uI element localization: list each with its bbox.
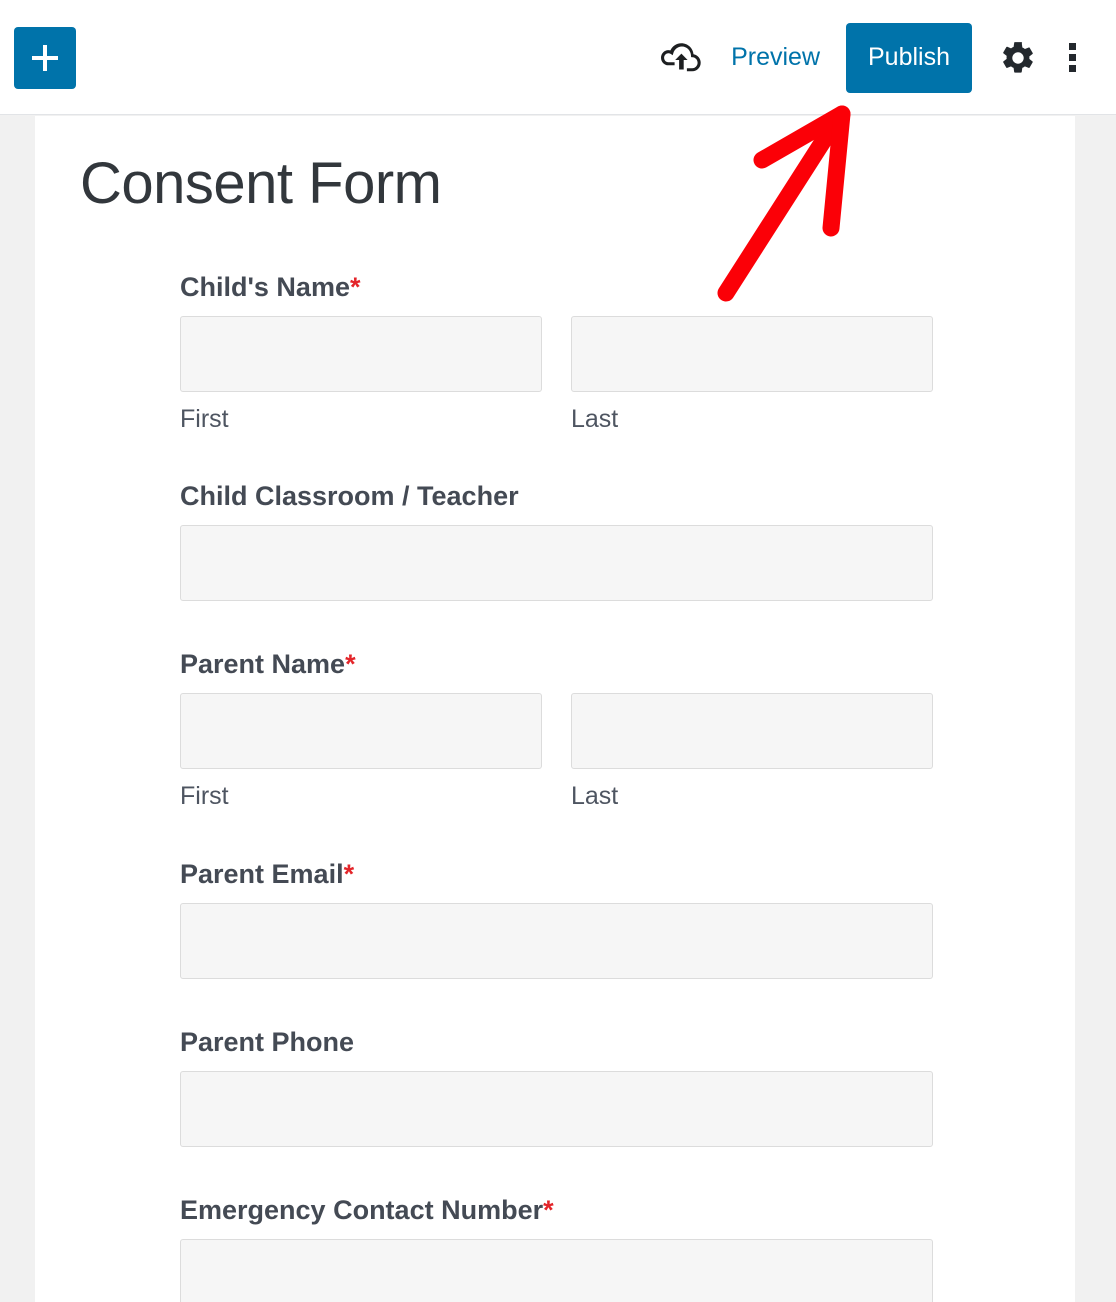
sub-label-last: Last [571, 782, 619, 811]
field-label-text: Child Classroom / Teacher [180, 481, 519, 512]
save-draft-button[interactable] [659, 35, 705, 81]
field-label-text: Parent Phone [180, 1026, 355, 1057]
editor-toolbar: Preview Publish [0, 0, 1116, 115]
field-label: Child Classroom / Teacher [180, 481, 1075, 512]
field-label-text: Parent Email [180, 858, 344, 889]
emergency-contact-number-input[interactable] [180, 1239, 933, 1302]
sub-label-last: Last [571, 404, 619, 433]
name-last-column: Last [571, 693, 933, 811]
required-marker: * [349, 271, 361, 302]
field-label-text: Parent Name [180, 649, 346, 680]
field-parent-name: Parent Name* First Last [180, 649, 1075, 811]
field-emergency-contact-number: Emergency Contact Number* [180, 1195, 1075, 1302]
field-label-text: Child's Name [180, 271, 350, 302]
gear-icon [1003, 41, 1033, 73]
childs-name-last-input[interactable] [571, 315, 933, 392]
field-label: Emergency Contact Number* [180, 1195, 1075, 1226]
field-label: Parent Name* [180, 649, 1075, 680]
more-options-button[interactable] [1050, 30, 1094, 86]
required-marker: * [543, 1195, 554, 1226]
parent-name-last-input[interactable] [571, 693, 933, 770]
childs-name-first-input[interactable] [180, 315, 542, 392]
name-last-column: Last [571, 315, 933, 434]
field-label: Parent Email* [180, 859, 1075, 890]
field-label: Child's Name* [180, 272, 1075, 303]
add-block-button[interactable] [14, 27, 76, 89]
parent-phone-input[interactable] [180, 1071, 933, 1148]
parent-email-input[interactable] [180, 902, 933, 979]
name-input-row: First Last [180, 315, 933, 434]
cloud-upload-icon [661, 42, 701, 71]
preview-button[interactable]: Preview [717, 45, 834, 70]
required-marker: * [345, 649, 356, 680]
page-title: Consent Form [80, 151, 442, 216]
field-parent-phone: Parent Phone [180, 1027, 1075, 1148]
publish-button[interactable]: Publish [846, 22, 972, 93]
field-label: Parent Phone [180, 1027, 1075, 1058]
name-input-row: First Last [180, 693, 933, 811]
plus-icon-vertical-bar [43, 45, 47, 71]
field-parent-email: Parent Email* [180, 859, 1075, 979]
form-field-list: Child's Name* First Last Child Classroom… [35, 216, 1075, 1302]
sub-label-first: First [180, 782, 229, 811]
name-first-column: First [180, 315, 542, 434]
field-childs-name: Child's Name* First Last [180, 272, 1075, 434]
toolbar-actions-group: Preview Publish [659, 0, 1116, 115]
parent-name-first-input[interactable] [180, 693, 542, 770]
sub-label-first: First [180, 404, 229, 433]
child-classroom-teacher-input[interactable] [180, 525, 933, 602]
field-child-classroom-teacher: Child Classroom / Teacher [180, 481, 1075, 602]
settings-button[interactable] [990, 30, 1046, 86]
required-marker: * [343, 858, 355, 889]
field-label-text: Emergency Contact Number [180, 1195, 544, 1226]
name-first-column: First [180, 693, 542, 811]
vertical-ellipsis-icon [1068, 39, 1076, 76]
form-canvas: Consent Form Child's Name* First Last Ch [35, 116, 1075, 1302]
